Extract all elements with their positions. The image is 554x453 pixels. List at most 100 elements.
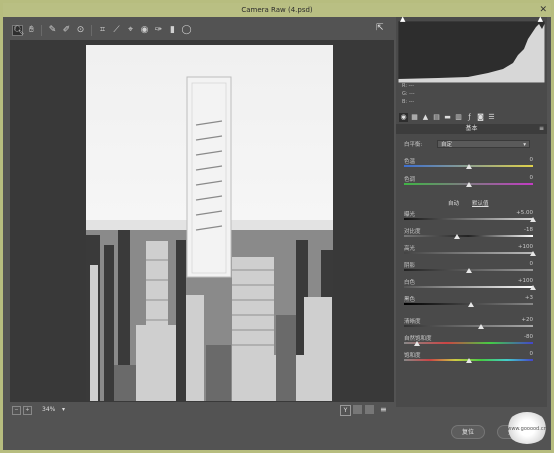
white-balance-row: 白平衡: 自定 ▾ <box>404 140 539 152</box>
whites-slider-thumb[interactable] <box>530 285 536 290</box>
highlight-clipping-icon[interactable]: ▲ <box>538 15 543 23</box>
exposure-slider[interactable] <box>404 218 533 220</box>
temp-slider-thumb[interactable] <box>465 164 472 169</box>
color-sampler-tool-icon[interactable]: ✐ <box>61 25 72 36</box>
straighten-tool-icon[interactable]: ⟋ <box>111 25 122 36</box>
vibrance-row: 自然饱和度 -80 <box>404 334 539 346</box>
zoom-tool-icon[interactable]: 🔍︎ <box>12 25 24 36</box>
preview-canvas[interactable] <box>10 40 394 402</box>
preview-photo <box>86 45 333 401</box>
histogram-graph <box>397 20 546 84</box>
default-link[interactable]: 默认值 <box>472 199 489 207</box>
shadow-clipping-icon[interactable]: ▲ <box>400 15 405 23</box>
red-eye-tool-icon[interactable]: ◉ <box>139 25 150 36</box>
toolbar: 🔍︎ ✋︎ ✎ ✐ ⊙ ⌗ ⟋ ⌖ ◉ ✑ ▮ ◯ <box>10 22 394 40</box>
contrast-slider-thumb[interactable] <box>453 234 460 239</box>
vibrance-slider-thumb[interactable] <box>413 341 420 346</box>
tint-value[interactable]: 0 <box>530 175 534 181</box>
vibrance-value[interactable]: -80 <box>524 334 533 340</box>
open-preferences-icon[interactable]: ⇱ <box>376 23 384 33</box>
radial-filter-tool-icon[interactable]: ◯ <box>181 25 192 36</box>
clarity-label: 清晰度 <box>404 319 421 325</box>
contrast-slider[interactable] <box>404 235 533 237</box>
exposure-row: 曝光 +5.00 <box>404 210 539 222</box>
window-title: Camera Raw (4.psd) <box>241 6 313 14</box>
zoom-level[interactable]: 34% <box>42 406 55 413</box>
auto-link[interactable]: 自动 <box>448 199 459 207</box>
rgb-b-readout: B: --- <box>402 99 415 105</box>
shadows-value[interactable]: 0 <box>530 261 534 267</box>
reset-button[interactable]: 复位 <box>451 425 485 439</box>
tint-label: 色调 <box>404 177 416 183</box>
settings-icon[interactable]: ≡ <box>380 405 387 414</box>
temp-row: 色温 0 <box>404 157 539 169</box>
exposure-label: 曝光 <box>404 212 416 218</box>
tab-split-toning-icon[interactable]: ▬ <box>443 113 452 122</box>
tab-camera-calibration-icon[interactable]: ◙ <box>476 113 485 122</box>
highlights-slider[interactable] <box>404 252 533 254</box>
histogram: ▲ ▲ <box>397 15 546 84</box>
bottom-bar: − + 34% ▾ Y ≡ <box>10 404 394 416</box>
contrast-label: 对比度 <box>404 229 421 235</box>
whites-value[interactable]: +100 <box>518 278 533 284</box>
white-balance-value: 自定 <box>441 142 453 148</box>
graduated-filter-tool-icon[interactable]: ▮ <box>167 25 178 36</box>
zoom-dropdown-icon[interactable]: ▾ <box>62 406 65 413</box>
whites-slider[interactable] <box>404 286 533 288</box>
contrast-value[interactable]: -18 <box>524 227 533 233</box>
right-panel: ▲ ▲ R: --- G: --- B: --- ◉ ▦ ▲ ▤ ▬ ▥ ƒ ◙… <box>396 15 547 407</box>
highlights-label: 高光 <box>404 246 416 252</box>
white-balance-select[interactable]: 自定 ▾ <box>437 140 530 148</box>
swap-icon[interactable] <box>365 405 374 414</box>
before-after-icon[interactable] <box>353 405 362 414</box>
targeted-adjustment-tool-icon[interactable]: ⊙ <box>75 25 86 36</box>
highlights-row: 高光 +100 <box>404 244 539 256</box>
clarity-value[interactable]: +20 <box>521 317 533 323</box>
saturation-slider-thumb[interactable] <box>465 358 472 363</box>
spot-removal-tool-icon[interactable]: ⌖ <box>125 25 136 36</box>
tint-row: 色调 0 <box>404 175 539 187</box>
tab-effects-icon[interactable]: ƒ <box>465 113 474 122</box>
tab-detail-icon[interactable]: ▲ <box>421 113 430 122</box>
clarity-slider-thumb[interactable] <box>478 324 485 329</box>
rgb-r-readout: R: --- <box>402 83 415 89</box>
adjustment-brush-tool-icon[interactable]: ✑ <box>153 25 164 36</box>
panel-tabs: ◉ ▦ ▲ ▤ ▬ ▥ ƒ ◙ ☰ <box>396 113 547 123</box>
watermark-text: www.gooood.cn <box>507 426 547 432</box>
hand-tool-icon[interactable]: ✋︎ <box>26 25 37 36</box>
toolbar-divider <box>91 25 92 36</box>
temp-value[interactable]: 0 <box>530 157 534 163</box>
saturation-row: 饱和度 0 <box>404 351 539 363</box>
exposure-slider-thumb[interactable] <box>530 217 536 222</box>
watermark-logo: www.gooood.cn <box>506 412 548 444</box>
highlights-value[interactable]: +100 <box>518 244 533 250</box>
zoom-out-icon[interactable]: − <box>12 406 21 415</box>
vibrance-slider[interactable] <box>404 342 533 344</box>
tab-lens-icon[interactable]: ▥ <box>454 113 463 122</box>
zoom-in-icon[interactable]: + <box>23 406 32 415</box>
tint-slider-thumb[interactable] <box>465 182 472 187</box>
title-bar: Camera Raw (4.psd) ✕ <box>3 3 551 17</box>
panel-title: 基本 <box>465 125 478 132</box>
tab-tone-curve-icon[interactable]: ▦ <box>410 113 419 122</box>
shadows-label: 阴影 <box>404 263 416 269</box>
contrast-row: 对比度 -18 <box>404 227 539 239</box>
panel-menu-icon[interactable]: ≡ <box>539 124 544 134</box>
highlights-slider-thumb[interactable] <box>530 251 536 256</box>
shadows-row: 阴影 0 <box>404 261 539 273</box>
tab-hsl-icon[interactable]: ▤ <box>432 113 441 122</box>
crop-tool-icon[interactable]: ⌗ <box>97 25 108 36</box>
shadows-slider-thumb[interactable] <box>465 268 472 273</box>
blacks-value[interactable]: +3 <box>525 295 533 301</box>
clarity-slider[interactable] <box>404 325 533 327</box>
saturation-label: 饱和度 <box>404 353 421 359</box>
exposure-value[interactable]: +5.00 <box>516 210 533 216</box>
tab-presets-icon[interactable]: ☰ <box>487 113 496 122</box>
tab-basic-icon[interactable]: ◉ <box>399 113 408 122</box>
blacks-slider-thumb[interactable] <box>468 302 475 307</box>
view-toggle-icon[interactable]: Y <box>340 405 351 416</box>
whites-row: 白色 +100 <box>404 278 539 290</box>
saturation-value[interactable]: 0 <box>530 351 534 357</box>
blacks-label: 黑色 <box>404 297 416 303</box>
white-balance-tool-icon[interactable]: ✎ <box>47 25 58 36</box>
